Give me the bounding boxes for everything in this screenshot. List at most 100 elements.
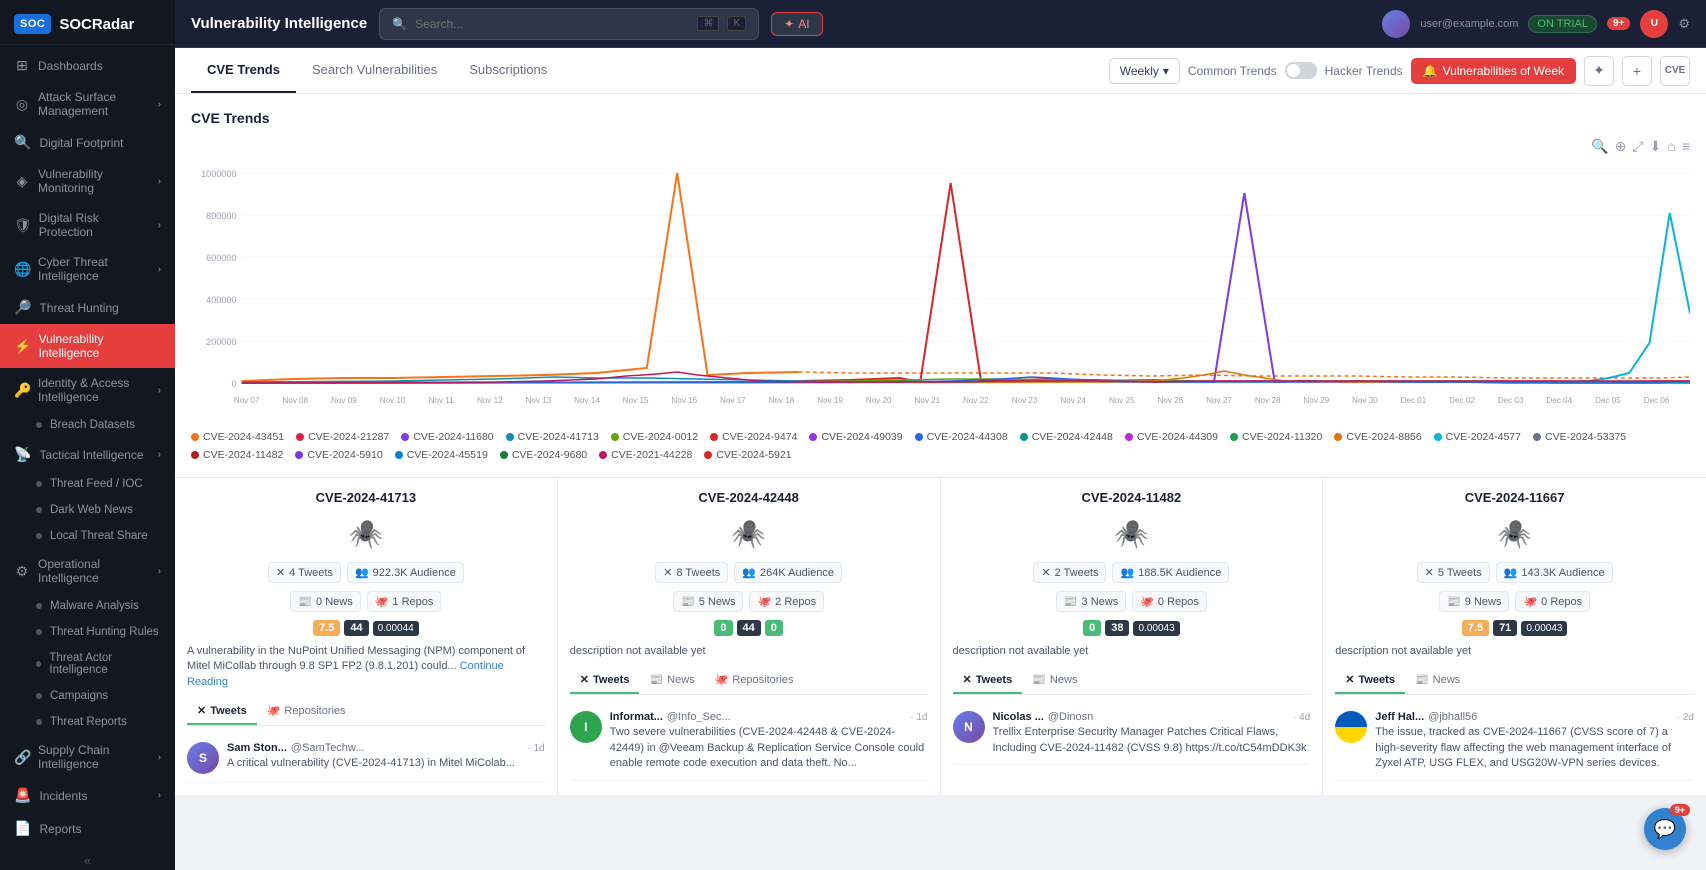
chat-bubble[interactable]: 💬 9+ bbox=[1644, 808, 1686, 850]
sidebar-item-operational-intelligence[interactable]: ⚙ Operational Intelligence › bbox=[0, 549, 175, 593]
audience-count: 👥143.3K Audience bbox=[1496, 562, 1613, 583]
legend-item: CVE-2024-11482 bbox=[191, 449, 283, 461]
profile-avatar[interactable]: U bbox=[1640, 10, 1668, 38]
sidebar-subitem-threat-hunting-rules[interactable]: Threat Hunting Rules bbox=[0, 619, 175, 645]
news-count: 📰3 News bbox=[1056, 591, 1126, 612]
bug-icon: 🕷️ bbox=[187, 517, 545, 550]
dot-icon bbox=[36, 693, 42, 699]
card-tab-tweets[interactable]: ✕Tweets bbox=[570, 667, 640, 694]
zoom-in-icon[interactable]: ⊕ bbox=[1615, 138, 1627, 155]
ai-button[interactable]: ✦ AI bbox=[771, 12, 822, 36]
chevron-icon: › bbox=[158, 176, 161, 187]
sidebar-item-vulnerability-intelligence[interactable]: ⚡ Vulnerability Intelligence bbox=[0, 324, 175, 368]
kev-score: 0.00043 bbox=[1133, 621, 1179, 636]
tweet-username: Sam Ston... bbox=[227, 742, 287, 754]
sidebar-item-label: Attack Surface Management bbox=[38, 90, 150, 118]
sidebar-item-dashboards[interactable]: ⊞ Dashboards bbox=[0, 49, 175, 82]
stats-row-tweets: ✕5 Tweets 👥143.3K Audience bbox=[1335, 562, 1694, 583]
cve-icon-button[interactable]: CVE bbox=[1660, 56, 1690, 86]
svg-text:Dec 04: Dec 04 bbox=[1547, 396, 1573, 405]
svg-text:Nov 09: Nov 09 bbox=[331, 396, 357, 405]
topbar: Vulnerability Intelligence 🔍 ⌘ K ✦ AI us… bbox=[175, 0, 1706, 48]
sidebar-subitem-threat-reports[interactable]: Threat Reports bbox=[0, 709, 175, 735]
sidebar-item-vulnerability-monitoring[interactable]: ◈ Vulnerability Monitoring › bbox=[0, 159, 175, 203]
sidebar-subitem-campaigns[interactable]: Campaigns bbox=[0, 683, 175, 709]
card-tab-news[interactable]: 📰News bbox=[1405, 667, 1470, 694]
sidebar-item-incidents[interactable]: 🚨 Incidents › bbox=[0, 779, 175, 812]
card-tab-repositories[interactable]: 🐙Repositories bbox=[257, 698, 356, 725]
continue-reading-link[interactable]: Continue Reading bbox=[187, 660, 504, 687]
chart-title: CVE Trends bbox=[191, 110, 1690, 126]
cve-description: A vulnerability in the NuPoint Unified M… bbox=[187, 644, 545, 690]
dot-icon bbox=[36, 719, 42, 725]
sidebar-subitem-threat-feed[interactable]: Threat Feed / IOC bbox=[0, 471, 175, 497]
svg-text:800000: 800000 bbox=[206, 211, 236, 221]
period-selector[interactable]: Weekly ▾ bbox=[1109, 58, 1180, 84]
tweet-text: The issue, tracked as CVE-2024-11667 (CV… bbox=[1375, 725, 1694, 771]
tweet-text: A critical vulnerability (CVE-2024-41713… bbox=[227, 756, 545, 771]
stats-row-news: 📰5 News 🐙2 Repos bbox=[570, 591, 928, 612]
tweet-item: I Informat... @Info_Sec... · 1d Two seve… bbox=[570, 703, 928, 780]
home-icon[interactable]: ⌂ bbox=[1667, 138, 1675, 155]
card-tab-tweets[interactable]: ✕Tweets bbox=[953, 667, 1023, 694]
tactical-icon: 📡 bbox=[14, 446, 31, 463]
sidebar-item-cyber-threat-intelligence[interactable]: 🌐 Cyber Threat Intelligence › bbox=[0, 247, 175, 291]
collapse-button[interactable]: « bbox=[0, 845, 175, 870]
legend-item: CVE-2024-4577 bbox=[1434, 431, 1521, 443]
zoom-fit-icon[interactable]: ⤢ bbox=[1632, 138, 1643, 155]
sidebar-item-attack-surface[interactable]: ◎ Attack Surface Management › bbox=[0, 82, 175, 126]
hacker-trends-toggle[interactable] bbox=[1285, 62, 1317, 79]
sidebar-logo: SOC SOCRadar bbox=[0, 0, 175, 45]
card-tab-news[interactable]: 📰News bbox=[1022, 667, 1087, 694]
card-tab-tweets[interactable]: ✕Tweets bbox=[187, 698, 257, 725]
menu-icon[interactable]: ≡ bbox=[1682, 138, 1690, 155]
settings-icon[interactable]: ⚙ bbox=[1678, 16, 1690, 32]
legend-item: CVE-2024-11680 bbox=[401, 431, 493, 443]
legend-item: CVE-2024-9680 bbox=[500, 449, 587, 461]
card-tab-tweets[interactable]: ✕Tweets bbox=[1335, 667, 1405, 694]
vulnerabilities-of-week-button[interactable]: 🔔 Vulnerabilities of Week bbox=[1411, 58, 1576, 84]
tweet-item: N Nicolas ... @Dinosn · 4d Trellix Enter… bbox=[953, 703, 1311, 765]
sidebar: SOC SOCRadar ⊞ Dashboards ◎ Attack Surfa… bbox=[0, 0, 175, 870]
card-tab-repositories[interactable]: 🐙Repositories bbox=[705, 667, 804, 694]
sidebar-item-label: Reports bbox=[39, 822, 81, 836]
cvss-score: 7.5 bbox=[1462, 620, 1489, 636]
sidebar-item-label: Incidents bbox=[39, 789, 87, 803]
cvss-score: 0 bbox=[714, 620, 732, 636]
add-icon-button[interactable]: + bbox=[1622, 56, 1652, 86]
tweet-username: Nicolas ... bbox=[993, 711, 1044, 723]
news-count: 📰0 News bbox=[290, 591, 360, 612]
sidebar-item-digital-footprint[interactable]: 🔍 Digital Footprint bbox=[0, 126, 175, 159]
tab-cve-trends[interactable]: CVE Trends bbox=[191, 48, 296, 93]
stats-row-news: 📰9 News 🐙0 Repos bbox=[1335, 591, 1694, 612]
legend-item: CVE-2024-9474 bbox=[710, 431, 797, 443]
card-tab-news[interactable]: 📰News bbox=[639, 667, 704, 694]
download-icon[interactable]: ⬇ bbox=[1650, 138, 1662, 155]
audience-count: 👥188.5K Audience bbox=[1112, 562, 1229, 583]
search-bar[interactable]: 🔍 ⌘ K bbox=[379, 8, 759, 40]
kbd-k: K bbox=[727, 16, 746, 31]
epss-score: 44 bbox=[344, 620, 368, 636]
sidebar-item-threat-hunting[interactable]: 🔎 Threat Hunting bbox=[0, 291, 175, 324]
tab-search-vulnerabilities[interactable]: Search Vulnerabilities bbox=[296, 48, 453, 93]
sidebar-subitem-threat-actor[interactable]: Threat Actor Intelligence bbox=[0, 645, 175, 683]
search-icon: 🔍 bbox=[392, 17, 407, 31]
sidebar-item-supply-chain[interactable]: 🔗 Supply Chain Intelligence › bbox=[0, 735, 175, 779]
operational-icon: ⚙ bbox=[14, 563, 30, 580]
sidebar-item-reports[interactable]: 📄 Reports bbox=[0, 812, 175, 845]
sidebar-subitem-local-threat[interactable]: Local Threat Share bbox=[0, 523, 175, 549]
notification-count[interactable]: 9+ bbox=[1607, 17, 1630, 30]
sun-icon-button[interactable]: ✦ bbox=[1584, 56, 1614, 86]
sidebar-item-tactical-intelligence[interactable]: 📡 Tactical Intelligence › bbox=[0, 438, 175, 471]
svg-text:1000000: 1000000 bbox=[201, 169, 236, 179]
tab-subscriptions[interactable]: Subscriptions bbox=[453, 48, 563, 93]
sidebar-subitem-breach-datasets[interactable]: Breach Datasets bbox=[0, 412, 175, 438]
sidebar-subitem-dark-web[interactable]: Dark Web News bbox=[0, 497, 175, 523]
sidebar-subitem-malware[interactable]: Malware Analysis bbox=[0, 593, 175, 619]
sidebar-item-identity-access[interactable]: 🔑 Identity & Access Intelligence › bbox=[0, 368, 175, 412]
zoom-out-icon[interactable]: 🔍 bbox=[1591, 138, 1608, 155]
tweet-count: ✕4 Tweets bbox=[268, 562, 341, 583]
search-input[interactable] bbox=[415, 17, 689, 31]
sidebar-item-digital-risk-protection[interactable]: 🛡 Digital Risk Protection › bbox=[0, 203, 175, 247]
toggle-knob bbox=[1287, 64, 1300, 77]
